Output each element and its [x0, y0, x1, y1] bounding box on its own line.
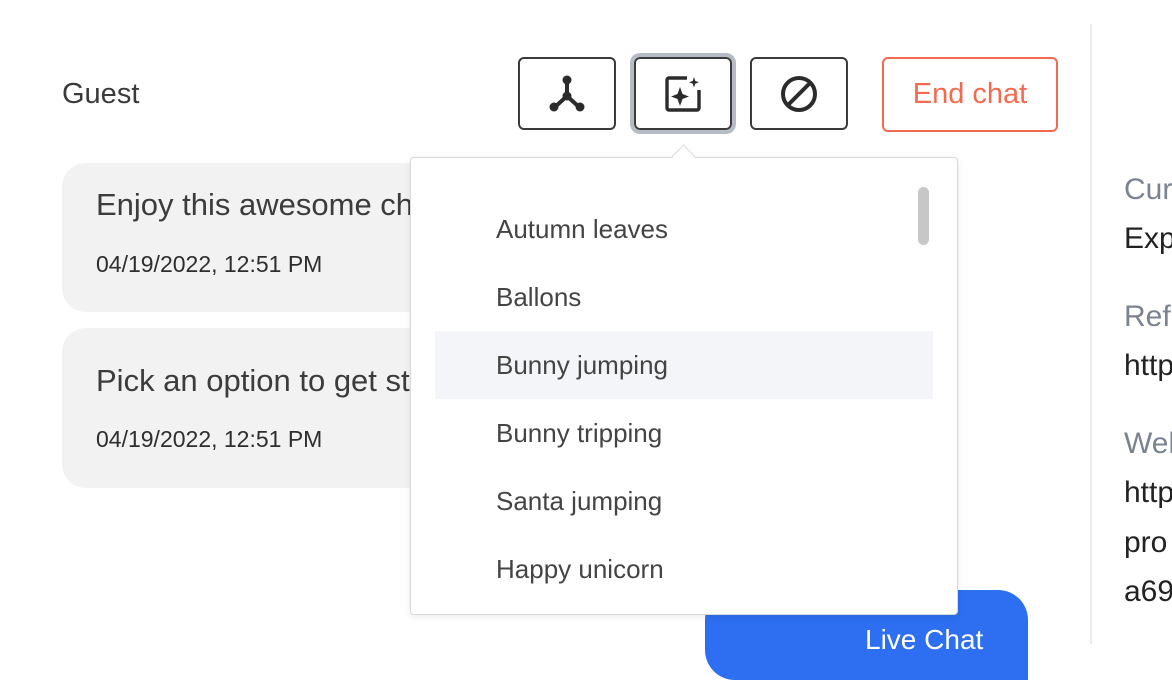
side-label: Cur: [1124, 173, 1172, 206]
message-text: Enjoy this awesome ch: [96, 187, 414, 222]
effect-option[interactable]: Happy unicorn: [435, 535, 933, 603]
effects-button[interactable]: [630, 53, 736, 134]
side-value[interactable]: http: [1124, 349, 1172, 383]
side-value[interactable]: a69: [1124, 575, 1172, 609]
side-value[interactable]: pro: [1124, 526, 1167, 560]
message-bubble: Enjoy this awesome ch 04/19/2022, 12:51 …: [62, 163, 462, 312]
live-chat-label: Live Chat: [865, 624, 984, 655]
block-button[interactable]: [750, 57, 848, 130]
effect-option[interactable]: Bunny tripping: [435, 399, 933, 467]
transfer-button[interactable]: [518, 57, 616, 130]
side-value: Exp: [1124, 222, 1172, 255]
effect-option[interactable]: Ballons: [435, 263, 933, 331]
dropdown-scrollbar[interactable]: [918, 187, 929, 245]
side-label: Ref: [1124, 300, 1171, 333]
message-text: Pick an option to get st: [96, 363, 410, 398]
side-label: Wel: [1124, 427, 1172, 460]
message-bubble: Pick an option to get st 04/19/2022, 12:…: [62, 328, 462, 488]
effect-option[interactable]: Santa jumping: [435, 467, 933, 535]
message-timestamp: 04/19/2022, 12:51 PM: [96, 426, 323, 452]
end-chat-button[interactable]: End chat: [882, 57, 1058, 132]
message-timestamp: 04/19/2022, 12:51 PM: [96, 251, 323, 277]
block-icon: [781, 75, 817, 112]
effects-icon: [665, 75, 701, 112]
transfer-icon: [549, 75, 585, 111]
panel-divider: [1090, 24, 1092, 644]
effects-dropdown: Autumn leaves Ballons Bunny jumping Bunn…: [410, 157, 958, 615]
effect-option[interactable]: Autumn leaves: [435, 195, 933, 263]
page-title: Guest: [62, 78, 140, 110]
side-value[interactable]: http: [1124, 476, 1172, 510]
effect-option-highlighted[interactable]: Bunny jumping: [435, 331, 933, 399]
